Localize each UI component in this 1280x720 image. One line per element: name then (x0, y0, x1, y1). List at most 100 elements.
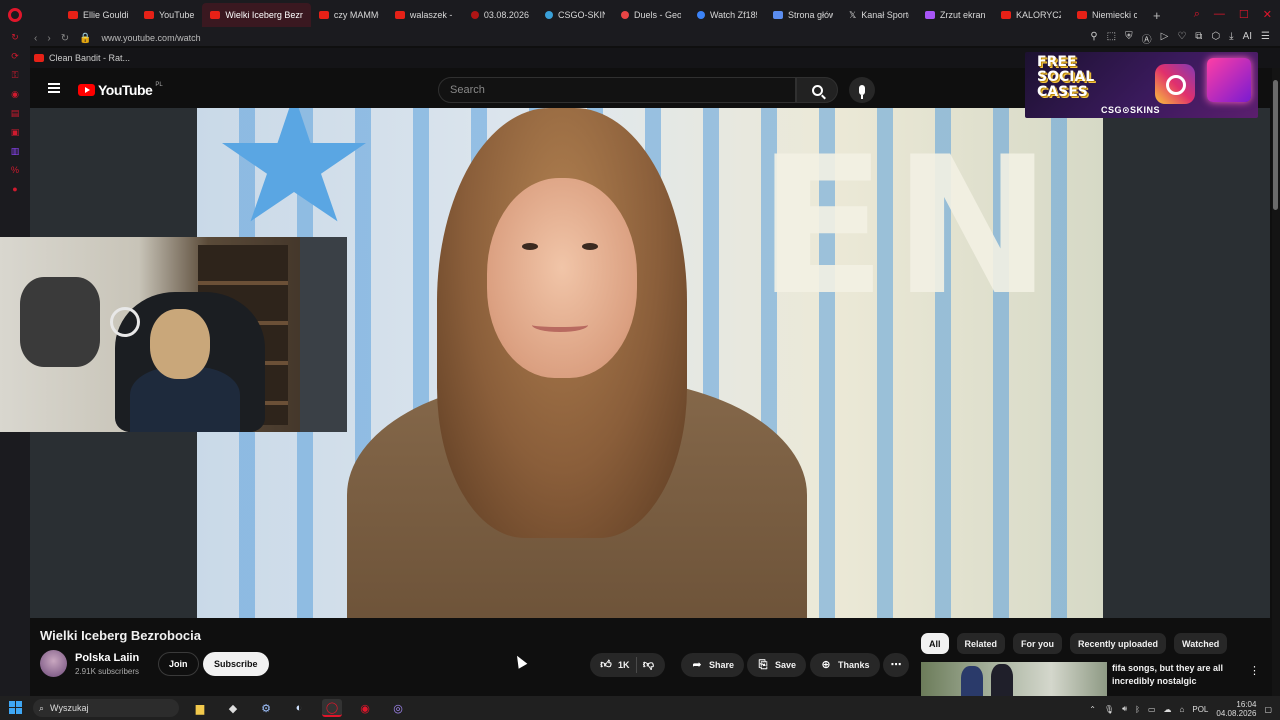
network-icon[interactable]: ⌂ (1180, 705, 1185, 714)
youtube-icon (68, 11, 78, 19)
youtube-icon (1076, 11, 1087, 19)
search-button[interactable] (796, 77, 838, 103)
settings-icon[interactable]: ⚙ (256, 699, 276, 717)
microphone-icon[interactable]: 🎙︎ (1104, 705, 1114, 714)
join-button[interactable]: Join (158, 652, 199, 676)
minimize-icon[interactable]: — (1214, 8, 1225, 21)
tab-7[interactable]: CSGO-SKINS (537, 3, 613, 27)
pen-icon (924, 11, 935, 19)
reload-icon[interactable]: ↻ (10, 32, 20, 42)
chip-all[interactable]: All (921, 633, 949, 654)
close-icon[interactable]: ✕ (1263, 8, 1272, 21)
chevron-up-icon[interactable]: ⌃ (1089, 705, 1096, 714)
like-count[interactable]: 1K (618, 660, 630, 670)
new-tab-button[interactable]: + (1145, 8, 1169, 23)
tab-9[interactable]: Watch Zf185 (689, 3, 765, 27)
save-button[interactable]: ⎘ Save (747, 653, 807, 677)
thumbs-down-icon[interactable]: 👎︎ (643, 659, 655, 671)
start-button[interactable] (9, 701, 22, 714)
chip-watched[interactable]: Watched (1174, 633, 1228, 654)
mouse-cursor (512, 653, 528, 669)
thanks-button[interactable]: ⊕ Thanks (810, 653, 880, 677)
recommendation-thumbnail[interactable] (921, 662, 1107, 696)
heart-icon[interactable]: ♡ (1177, 31, 1186, 46)
history-icon[interactable]: ⟳ (10, 51, 20, 61)
bluetooth-icon[interactable]: ᛒ (1135, 705, 1140, 714)
tab-active[interactable]: Wielki Iceberg Bezr (202, 3, 311, 27)
forward-icon[interactable]: › (47, 33, 50, 44)
hamburger-menu-icon[interactable] (48, 83, 60, 93)
volume-icon[interactable]: 🔊︎ (1122, 704, 1127, 714)
video-title: Wielki Iceberg Bezrobocia (40, 628, 201, 643)
subscribe-button[interactable]: Subscribe (203, 652, 269, 676)
cube-icon[interactable]: ⬡ (1211, 31, 1220, 46)
channel-avatar[interactable] (40, 650, 67, 677)
recommendation-title[interactable]: fifa songs, but they are all incredibly … (1112, 662, 1242, 688)
windows-taskbar: ⌕ Wyszukaj ▆ ◆ ⚙ ◐ ◯ ◉ ◎ ⌃ 🎙︎ 🔊︎ ᛒ ▭ ☁ ⌂… (0, 696, 1280, 720)
voice-search-button[interactable] (849, 77, 875, 103)
snapshot-icon[interactable]: ⬚ (1107, 31, 1116, 46)
pin-icon[interactable]: ⚲ (1090, 31, 1097, 46)
scrollbar-thumb[interactable] (1273, 80, 1278, 210)
tab-11[interactable]: 𝕏 Kanał Sporto (841, 3, 917, 27)
play-icon[interactable]: ▷ (1161, 31, 1169, 46)
recommendation-more-icon[interactable]: ⋮ (1249, 664, 1260, 677)
percent-icon[interactable]: % (10, 165, 20, 175)
tab-6[interactable]: 03.08.2026 (463, 3, 537, 27)
app-icon[interactable]: ◆ (223, 699, 243, 717)
url-field[interactable]: www.youtube.com/watch (102, 33, 201, 43)
download-icon[interactable]: ⤓ (1229, 31, 1233, 46)
taskbar-search[interactable]: ⌕ Wyszukaj (33, 699, 179, 717)
music-icon[interactable]: ▣ (10, 127, 20, 137)
ad-banner[interactable]: FREE SOCIAL CASES CSG⊙SKINS (1025, 52, 1258, 118)
player-icon[interactable]: ● (10, 184, 20, 194)
more-actions-button[interactable]: ⋯ (883, 653, 909, 677)
twitch-icon[interactable]: ▥ (10, 146, 20, 156)
translate-icon[interactable]: Ⓐ (1142, 31, 1152, 46)
tab-14[interactable]: Niemiecki cie (1069, 3, 1145, 27)
tab-2[interactable]: YouTube (136, 3, 202, 27)
search-tabs-icon[interactable]: ⌕ (1194, 8, 1200, 21)
chat-icon[interactable]: ▤ (10, 108, 20, 118)
youtube-logo[interactable]: YouTube PL (78, 82, 163, 98)
instagram-icon (1155, 64, 1195, 104)
extensions-icon[interactable]: ⧉ (1195, 31, 1202, 46)
opera-gx-icon[interactable]: ◉ (355, 699, 375, 717)
share-button[interactable]: ➦ Share (681, 653, 745, 677)
channel-name[interactable]: Polska Laiin (75, 652, 139, 664)
tab-4[interactable]: czy MAMMO (311, 3, 387, 27)
file-explorer-icon[interactable]: ▆ (190, 699, 210, 717)
bookmark-item[interactable]: Clean Bandit - Rat... (49, 53, 130, 63)
tab-10[interactable]: Strona główn (765, 3, 841, 27)
notification-icon[interactable]: ▢ (1264, 705, 1272, 714)
opera-menu-button[interactable] (0, 0, 30, 30)
messenger-icon[interactable]: ◉ (10, 89, 20, 99)
reload-icon[interactable]: ↻ (61, 33, 69, 44)
more-icon[interactable]: ☰ (1261, 31, 1270, 46)
tab-8[interactable]: Duels - Geo (613, 3, 689, 27)
tab-12[interactable]: Zrzut ekranu (917, 3, 993, 27)
opera-icon[interactable]: ◯ (322, 699, 342, 717)
shield-icon[interactable]: ⛨ (1125, 31, 1133, 46)
tab-5[interactable]: walaszek - Y (387, 3, 463, 27)
maximize-icon[interactable]: ☐ (1239, 8, 1249, 21)
launcher-icon[interactable]: ◎ (388, 699, 408, 717)
thumbs-up-icon[interactable]: 👍︎ (600, 659, 612, 671)
back-icon[interactable]: ‹ (34, 33, 37, 44)
ai-button[interactable]: AI (1243, 31, 1252, 46)
fan (110, 307, 140, 337)
display-icon[interactable]: ▭ (1148, 705, 1156, 714)
chip-related[interactable]: Related (956, 633, 1006, 654)
tab-13[interactable]: KALORYCZN (993, 3, 1069, 27)
search-input[interactable]: Search (438, 77, 796, 103)
tab-1[interactable]: Ellie Goulding (60, 3, 136, 27)
clock[interactable]: 16:04 04.08.2026 (1216, 700, 1256, 718)
language-indicator[interactable]: POL (1192, 705, 1208, 714)
chip-recently-uploaded[interactable]: Recently uploaded (1070, 633, 1167, 654)
chip-for-you[interactable]: For you (1013, 633, 1063, 654)
csgo-icon (544, 11, 553, 19)
cloud-icon[interactable]: ☁ (1164, 705, 1172, 714)
window-controls: ⌕ — ☐ ✕ (1194, 8, 1272, 21)
steam-icon[interactable]: ◐ (289, 699, 309, 717)
lock-icon[interactable]: ⚿ (10, 70, 20, 80)
